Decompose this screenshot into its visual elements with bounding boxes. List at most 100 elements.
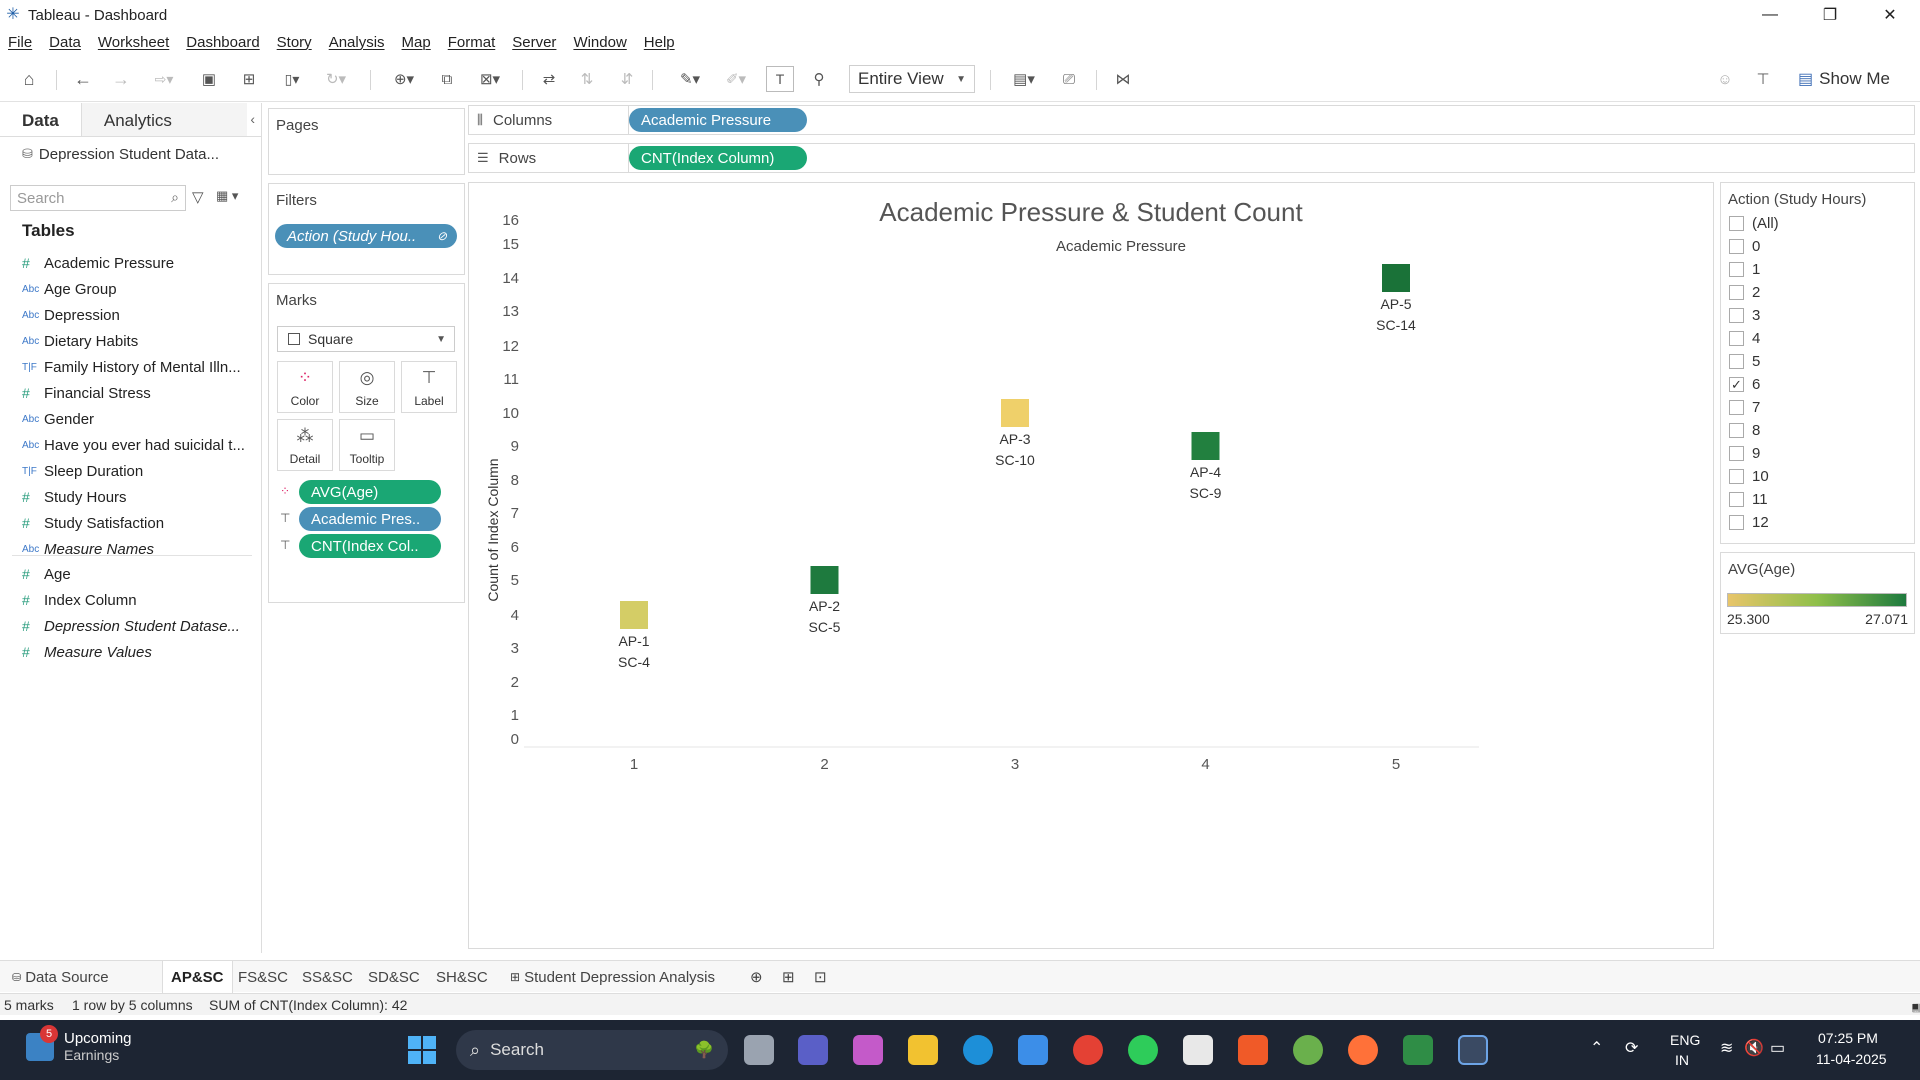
field-item[interactable]: Abc Measure Names — [22, 538, 254, 560]
filter-option[interactable]: ✓ 6 — [1729, 374, 1760, 394]
notepad-icon[interactable] — [1183, 1035, 1213, 1065]
geeksforgeeks-icon[interactable] — [1403, 1035, 1433, 1065]
clock-time[interactable]: 07:25 PM — [1818, 1030, 1878, 1046]
filter-option[interactable]: 9 — [1729, 443, 1760, 463]
tab-dashboard[interactable]: ⊞ Student Depression Analysis — [502, 961, 723, 993]
chevron-up-icon[interactable]: ⌃ — [1590, 1038, 1603, 1058]
measure-item[interactable]: # Age — [22, 563, 254, 585]
new-worksheet-icon[interactable]: ⊕ — [742, 961, 771, 993]
checkbox[interactable] — [1729, 445, 1744, 461]
filter-option[interactable]: 5 — [1729, 351, 1760, 371]
label-pill[interactable]: CNT(Index Col.. — [299, 534, 441, 558]
checkbox[interactable] — [1729, 353, 1744, 369]
group-members-icon[interactable]: ✐▾ — [718, 66, 754, 92]
rows-pill[interactable]: CNT(Index Column) — [629, 146, 807, 170]
field-item[interactable]: T|F Family History of Mental Illn... — [22, 356, 254, 378]
checkbox[interactable] — [1729, 491, 1744, 507]
undo-icon[interactable]: ← — [70, 66, 96, 92]
tab-data[interactable]: Data — [0, 103, 81, 136]
field-item[interactable]: Abc Dietary Habits — [22, 330, 254, 352]
field-item[interactable]: # Academic Pressure — [22, 252, 254, 274]
redo-icon[interactable]: → — [108, 66, 134, 92]
chrome-icon[interactable] — [1073, 1035, 1103, 1065]
pages-shelf[interactable]: Pages — [268, 108, 465, 175]
checkbox[interactable] — [1729, 238, 1744, 254]
menu-help[interactable]: Help — [644, 34, 675, 51]
color-button[interactable]: ⁘ Color — [277, 361, 333, 413]
filter-option[interactable]: 12 — [1729, 512, 1769, 532]
sort-ascending-icon[interactable]: ⇅ — [574, 66, 600, 92]
color-pill[interactable]: AVG(Age) — [299, 480, 441, 504]
tab-sheet[interactable]: AP&SC — [162, 961, 233, 993]
swap-rows-columns-icon[interactable]: ⇄ — [536, 66, 562, 92]
checkbox[interactable] — [1729, 514, 1744, 530]
widgets-button[interactable]: 5 Upcoming Earnings — [26, 1024, 132, 1063]
language-line2[interactable]: IN — [1675, 1052, 1689, 1068]
field-item[interactable]: Abc Gender — [22, 408, 254, 430]
spring-tools-icon[interactable] — [1293, 1035, 1323, 1065]
highlight-icon[interactable]: ✎▾ — [672, 66, 708, 92]
menu-dashboard[interactable]: Dashboard — [186, 34, 259, 51]
close-button[interactable]: ✕ — [1860, 0, 1920, 30]
tab-sheet[interactable]: FS&SC — [230, 961, 296, 993]
menu-format[interactable]: Format — [448, 34, 496, 51]
measure-item[interactable]: # Measure Values — [22, 641, 254, 663]
menu-worksheet[interactable]: Worksheet — [98, 34, 169, 51]
mark-type-select[interactable]: Square ▼ — [277, 326, 455, 352]
whatsapp-icon[interactable] — [1128, 1035, 1158, 1065]
view-options-icon[interactable]: ▦ ▾ — [216, 188, 238, 204]
checkbox[interactable] — [1729, 215, 1744, 231]
filters-shelf[interactable]: Filters Action (Study Hou.. ⊘ — [268, 183, 465, 275]
field-search-input[interactable]: Search ⌕ — [10, 185, 186, 211]
forward-icon[interactable]: ⇨▾ — [146, 66, 182, 92]
rows-shelf[interactable]: ☰ Rows CNT(Index Column) — [468, 143, 1915, 173]
field-item[interactable]: # Study Satisfaction — [22, 512, 254, 534]
refresh-icon[interactable]: ↻▾ — [318, 66, 354, 92]
columns-shelf[interactable]: ⫼ Columns Academic Pressure — [468, 105, 1915, 135]
new-dashboard-icon[interactable]: ⊞ — [774, 961, 803, 993]
show-cards-icon[interactable]: ▤▾ — [1004, 66, 1044, 92]
tab-sheet[interactable]: SH&SC — [428, 961, 496, 993]
sync-icon[interactable]: ⟳ — [1625, 1038, 1638, 1058]
edge-icon[interactable] — [963, 1035, 993, 1065]
checkbox[interactable] — [1729, 261, 1744, 277]
menu-map[interactable]: Map — [402, 34, 431, 51]
datasource-item[interactable]: ⛁ Depression Student Data... — [0, 137, 261, 171]
tabs-view-icon[interactable]: ■ — [1912, 1001, 1919, 1013]
checkbox[interactable] — [1729, 468, 1744, 484]
menu-analysis[interactable]: Analysis — [329, 34, 385, 51]
filter-option[interactable]: 2 — [1729, 282, 1760, 302]
minimize-button[interactable]: — — [1740, 0, 1800, 30]
filter-pill[interactable]: Action (Study Hou.. ⊘ — [275, 224, 457, 248]
filter-option[interactable]: 0 — [1729, 236, 1760, 256]
battery-icon[interactable]: ▭ — [1770, 1038, 1785, 1058]
new-story-icon[interactable]: ⊡ — [806, 961, 835, 993]
filter-option[interactable]: 3 — [1729, 305, 1760, 325]
detail-button[interactable]: ⁂ Detail — [277, 419, 333, 471]
menu-file[interactable]: File — [8, 34, 32, 51]
share-icon[interactable]: ⋈ — [1110, 66, 1136, 92]
clear-sheet-icon[interactable]: ⊠▾ — [470, 66, 510, 92]
teams-icon[interactable] — [798, 1035, 828, 1065]
store-icon[interactable] — [1018, 1035, 1048, 1065]
checkbox[interactable] — [1729, 422, 1744, 438]
tableau-taskbar-icon[interactable] — [1458, 1035, 1488, 1065]
language-line1[interactable]: ENG — [1670, 1032, 1700, 1048]
filter-icon[interactable]: ▽ — [192, 188, 204, 206]
tab-sheet[interactable]: SS&SC — [294, 961, 361, 993]
filter-option[interactable]: 7 — [1729, 397, 1760, 417]
field-item[interactable]: Abc Age Group — [22, 278, 254, 300]
new-datasource-icon[interactable]: ⊞ — [236, 66, 262, 92]
columns-pill[interactable]: Academic Pressure — [629, 108, 807, 132]
copilot-icon[interactable] — [853, 1035, 883, 1065]
field-item[interactable]: # Financial Stress — [22, 382, 254, 404]
taskbar-search[interactable]: ⌕ Search 🌳 — [456, 1030, 728, 1070]
fit-view-select[interactable]: Entire View ▼ — [849, 65, 975, 93]
restore-button[interactable]: ❐ — [1800, 0, 1860, 30]
measure-item[interactable]: # Index Column — [22, 589, 254, 611]
checkbox[interactable] — [1729, 330, 1744, 346]
menu-story[interactable]: Story — [277, 34, 312, 51]
checkbox[interactable] — [1729, 399, 1744, 415]
show-me-button[interactable]: ▤ Show Me — [1798, 66, 1890, 92]
filter-option[interactable]: 11 — [1729, 489, 1768, 509]
